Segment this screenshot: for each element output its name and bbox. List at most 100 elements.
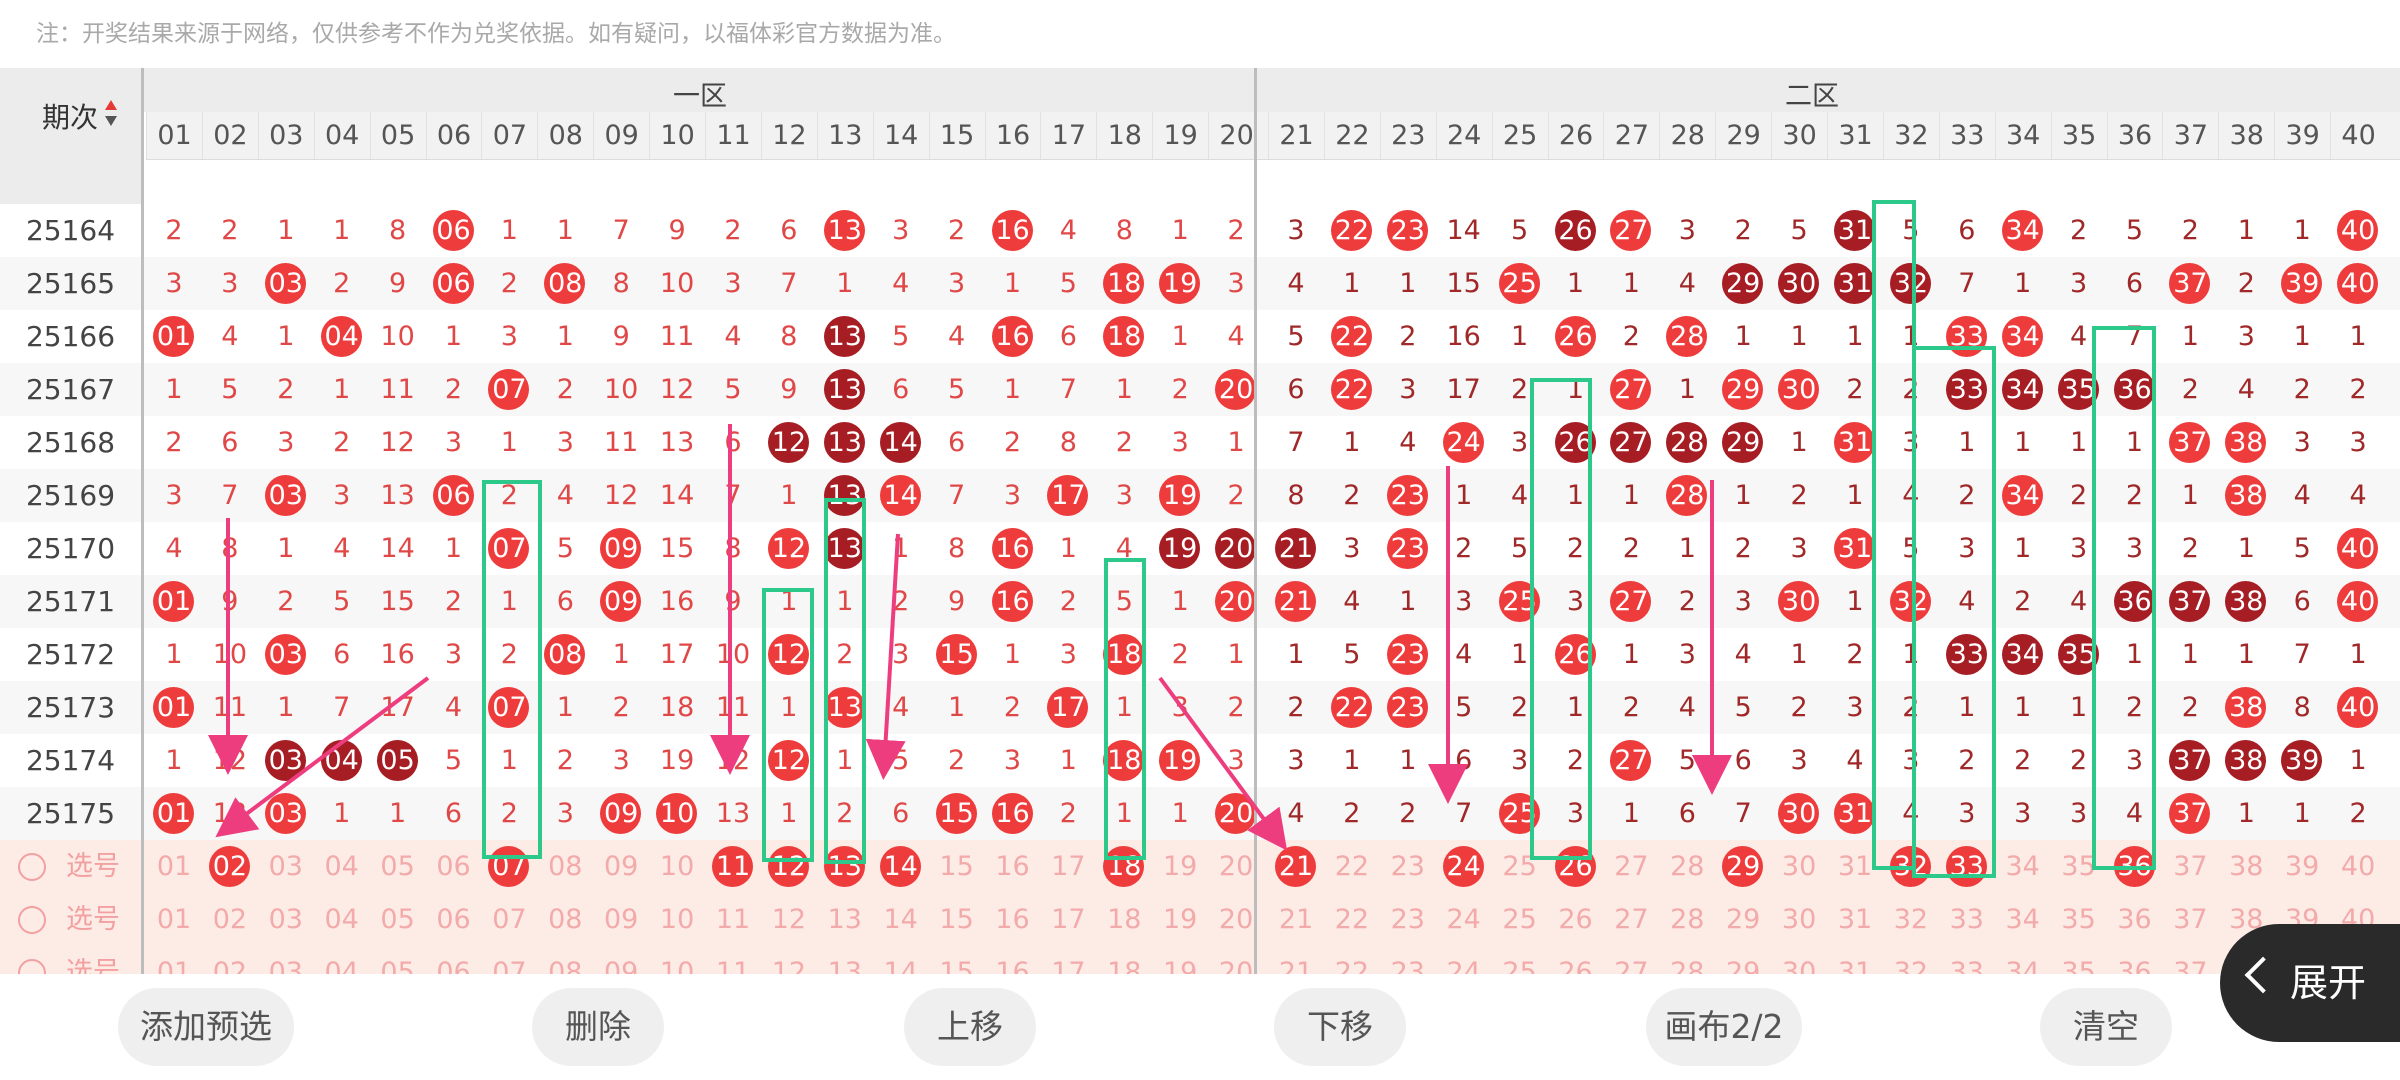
move-up-button[interactable]: 上移 [904,988,1036,1066]
omission-value[interactable]: 12 [761,946,817,974]
omission-value[interactable]: 23 [1380,840,1436,893]
omission-value[interactable]: 03 [258,893,314,946]
omission-value[interactable]: 05 [370,946,426,974]
omission-value[interactable]: 22 [1324,946,1380,974]
selection-row-label[interactable]: 选号 [0,946,144,974]
omission-value[interactable]: 03 [258,946,314,974]
omission-value[interactable]: 06 [426,893,482,946]
omission-value[interactable]: 27 [1603,840,1659,893]
omission-value[interactable]: 40 [2330,840,2386,893]
expand-button[interactable]: 展开 [2220,924,2400,1042]
omission-value[interactable]: 32 [1883,893,1939,946]
drawn-number-ball[interactable]: 33 [1939,840,1995,893]
drawn-number-ball[interactable]: 26 [1548,840,1604,893]
selection-row-label[interactable]: 选号 [0,840,144,893]
omission-value[interactable]: 28 [1659,946,1715,974]
omission-value[interactable]: 27 [1603,946,1659,974]
omission-value[interactable]: 38 [2218,840,2274,893]
omission-value[interactable]: 26 [1548,893,1604,946]
omission-value[interactable]: 07 [481,946,537,974]
omission-value[interactable]: 29 [1715,946,1771,974]
omission-value[interactable]: 34 [1995,840,2051,893]
omission-value[interactable]: 35 [2051,840,2107,893]
omission-value[interactable]: 15 [929,946,985,974]
omission-value[interactable]: 01 [146,946,202,974]
omission-value[interactable]: 13 [817,946,873,974]
omission-value[interactable]: 31 [1827,840,1883,893]
omission-value[interactable]: 25 [1492,893,1548,946]
selection-row-label[interactable]: 选号 [0,893,144,946]
radio-icon[interactable] [18,853,46,881]
selection-row[interactable]: 选号 01 02 03 04 05 06 07 08 09 10 11 12 13 14 15 16 17 18 19… [0,946,2400,974]
drawn-number-ball[interactable]: 24 [1436,840,1492,893]
drawn-number-ball[interactable]: 36 [2107,840,2163,893]
canvas-page-button[interactable]: 画布2/2 [1646,988,1802,1066]
omission-value[interactable]: 26 [1548,946,1604,974]
omission-value[interactable]: 27 [1603,893,1659,946]
omission-value[interactable]: 35 [2051,946,2107,974]
omission-value[interactable]: 16 [985,946,1041,974]
omission-value[interactable]: 02 [202,946,258,974]
omission-value[interactable]: 33 [1939,893,1995,946]
omission-value[interactable]: 08 [537,946,593,974]
omission-value[interactable]: 28 [1659,893,1715,946]
selection-row[interactable]: 选号 01 02 03 04 05 06 07 08 09 10 11 12 13 14 15 16 17 18 19… [0,893,2400,946]
omission-value[interactable]: 23 [1380,946,1436,974]
omission-value[interactable]: 39 [2274,840,2330,893]
drawn-number-ball[interactable]: 02 [202,840,258,893]
omission-value[interactable]: 10 [649,840,705,893]
omission-value[interactable]: 08 [537,840,593,893]
omission-value[interactable]: 37 [2162,840,2218,893]
omission-value[interactable]: 34 [1995,946,2051,974]
omission-value[interactable]: 21 [1268,946,1324,974]
omission-value[interactable]: 29 [1715,893,1771,946]
omission-value[interactable]: 19 [1152,893,1208,946]
omission-value[interactable]: 11 [705,893,761,946]
drawn-number-ball[interactable]: 21 [1268,840,1324,893]
omission-value[interactable]: 14 [873,946,929,974]
omission-value[interactable]: 36 [2107,893,2163,946]
drawn-number-ball[interactable]: 18 [1096,840,1152,893]
omission-value[interactable]: 07 [481,893,537,946]
omission-value[interactable]: 37 [2162,946,2218,974]
omission-value[interactable]: 25 [1492,840,1548,893]
omission-value[interactable]: 35 [2051,893,2107,946]
drawn-number-ball[interactable]: 07 [481,840,537,893]
omission-value[interactable]: 30 [1771,840,1827,893]
omission-value[interactable]: 18 [1096,946,1152,974]
omission-value[interactable]: 09 [593,946,649,974]
omission-value[interactable]: 03 [258,840,314,893]
omission-value[interactable]: 19 [1152,946,1208,974]
omission-value[interactable]: 04 [314,946,370,974]
omission-value[interactable]: 23 [1380,893,1436,946]
omission-value[interactable]: 17 [1040,946,1096,974]
omission-value[interactable]: 04 [314,893,370,946]
drawn-number-ball[interactable]: 11 [705,840,761,893]
add-preselect-button[interactable]: 添加预选 [118,988,294,1066]
omission-value[interactable]: 28 [1659,840,1715,893]
omission-value[interactable]: 37 [2162,893,2218,946]
omission-value[interactable]: 10 [649,893,705,946]
omission-value[interactable]: 15 [929,840,985,893]
omission-value[interactable]: 16 [985,893,1041,946]
omission-value[interactable]: 32 [1883,946,1939,974]
issue-column-header[interactable]: 期次 [0,68,144,204]
omission-value[interactable]: 10 [649,946,705,974]
omission-value[interactable]: 17 [1040,840,1096,893]
omission-value[interactable]: 06 [426,840,482,893]
omission-value[interactable]: 36 [2107,946,2163,974]
omission-value[interactable]: 02 [202,893,258,946]
omission-value[interactable]: 13 [817,893,873,946]
drawn-number-ball[interactable]: 29 [1715,840,1771,893]
omission-value[interactable]: 05 [370,893,426,946]
drawn-number-ball[interactable]: 14 [873,840,929,893]
omission-value[interactable]: 17 [1040,893,1096,946]
drawn-number-ball[interactable]: 13 [817,840,873,893]
drawn-number-ball[interactable]: 32 [1883,840,1939,893]
omission-value[interactable]: 33 [1939,946,1995,974]
omission-value[interactable]: 21 [1268,893,1324,946]
radio-icon[interactable] [18,906,46,934]
omission-value[interactable]: 01 [146,840,202,893]
omission-value[interactable]: 05 [370,840,426,893]
omission-value[interactable]: 04 [314,840,370,893]
